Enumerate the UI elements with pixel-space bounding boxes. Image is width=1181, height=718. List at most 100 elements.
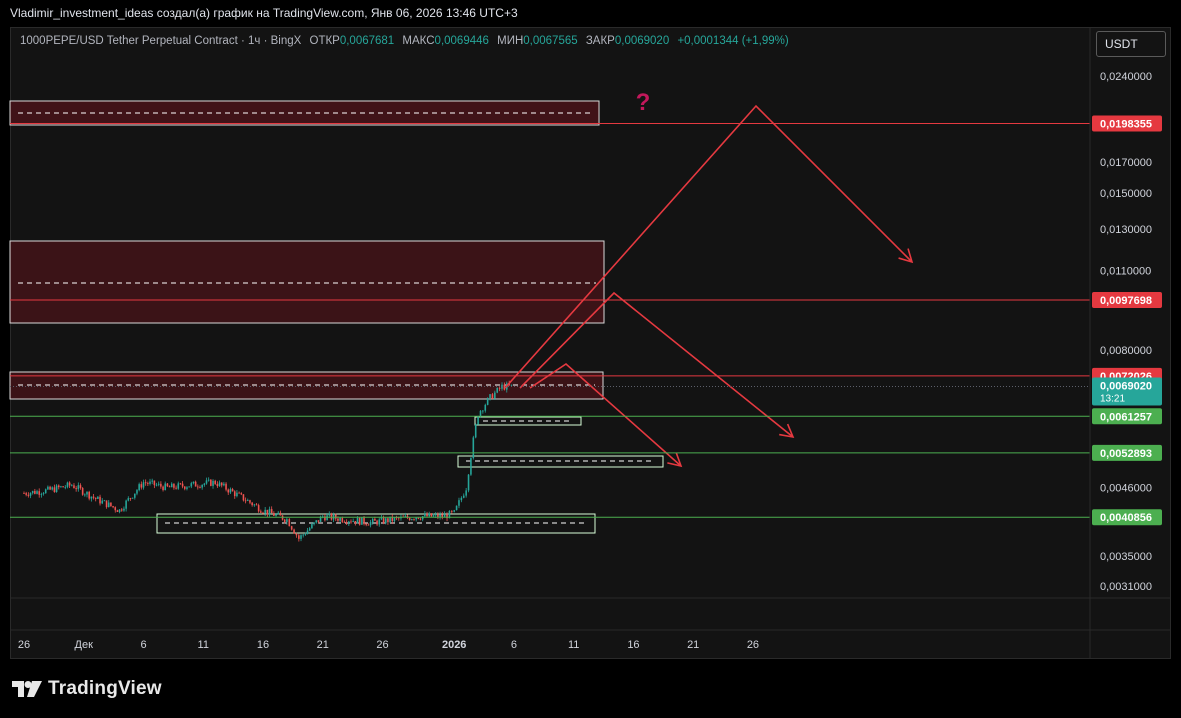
price-candle-body <box>225 483 227 490</box>
price-candle-body <box>84 494 86 496</box>
price-candle-body <box>140 484 143 488</box>
price-candle-body <box>306 530 309 535</box>
price-candle-body <box>94 497 97 499</box>
price-candle-body <box>334 514 337 519</box>
price-candle-body <box>49 486 51 490</box>
price-candle-body <box>253 504 256 506</box>
price-candle-body <box>279 512 282 516</box>
time-axis-tick-label: 2026 <box>442 639 466 651</box>
price-candle-body <box>62 486 64 488</box>
price-candle-body <box>434 514 437 516</box>
price-candle-body <box>216 483 219 487</box>
price-candle-body <box>460 497 463 501</box>
price-candle-body <box>183 486 186 489</box>
price-candle-body <box>249 500 251 503</box>
price-candle-body <box>510 384 513 386</box>
price-candle-body <box>455 505 458 511</box>
price-candle-body <box>44 489 47 494</box>
time-axis-tick-label: 26 <box>747 639 759 651</box>
price-candle-body <box>175 487 177 489</box>
price-candle-body <box>105 500 108 508</box>
price-candle-body <box>293 529 295 534</box>
price-candle-body <box>470 458 472 475</box>
price-candle-body <box>264 509 266 514</box>
price-candle-body <box>40 493 43 495</box>
time-axis-tick-label: Дек <box>75 639 94 651</box>
price-candle-body <box>131 497 134 499</box>
price-candle-body <box>411 519 413 521</box>
price-candle-body <box>361 517 363 525</box>
price-candle-body <box>23 493 25 494</box>
price-candle-body <box>472 437 475 459</box>
price-candle-body <box>147 483 149 484</box>
supply-zone-middle <box>9 240 605 324</box>
price-candle-body <box>380 517 383 520</box>
price-candle-body <box>451 510 453 512</box>
time-axis-tick-label: 21 <box>687 639 699 651</box>
price-axis-tick-label: 0,0130000 <box>1100 224 1152 236</box>
price-candle-body <box>210 479 212 486</box>
time-axis-tick-label: 16 <box>257 639 269 651</box>
price-candle-body <box>382 517 385 524</box>
price-candle-body <box>38 491 41 495</box>
tradingview-logo[interactable]: TradingView <box>12 677 162 701</box>
price-label-support-text: 0,0040856 <box>1100 512 1152 524</box>
price-candle-body <box>443 514 446 518</box>
price-candle-body <box>242 494 245 501</box>
price-candle-body <box>348 521 350 524</box>
price-candle-body <box>367 524 370 526</box>
price-candle-body <box>190 483 193 487</box>
price-candle-body <box>300 535 302 539</box>
price-candle-body <box>88 491 90 499</box>
price-candle-body <box>120 509 123 511</box>
price-candle-body <box>288 519 291 527</box>
price-candle-body <box>153 480 156 486</box>
price-candle-body <box>238 492 240 494</box>
price-candle-body <box>66 482 69 488</box>
price-candle-body <box>99 496 101 504</box>
price-candle-body <box>387 518 389 523</box>
price-candle-body <box>231 489 234 492</box>
price-candle-body <box>491 394 494 399</box>
price-candle-body <box>233 491 236 497</box>
price-candle-body <box>42 493 45 495</box>
price-candle-body <box>227 489 230 493</box>
price-candle-body <box>496 387 499 393</box>
price-candle-body <box>286 519 288 522</box>
price-candle-body <box>317 520 320 522</box>
price-candle-body <box>229 489 232 493</box>
price-axis-tick-label: 0,0031000 <box>1100 581 1152 593</box>
price-candle-body <box>326 515 328 521</box>
price-candle-body <box>363 517 365 524</box>
price-candle-body <box>295 533 298 536</box>
price-candle-body <box>479 410 482 417</box>
price-axis-tick-label: 0,0170000 <box>1100 157 1152 169</box>
price-candle-body <box>415 517 417 520</box>
price-label-support-text: 0,0052893 <box>1100 448 1152 460</box>
price-axis-tick-label: 0,0150000 <box>1100 188 1152 200</box>
price-label-resistance-text: 0,0097698 <box>1100 295 1152 307</box>
price-candle-body <box>246 500 249 502</box>
price-candle-body <box>192 481 195 484</box>
price-label-resistance-text: 0,0198355 <box>1100 118 1152 130</box>
price-candle-body <box>489 394 491 398</box>
price-candle-body <box>430 513 433 517</box>
price-candle-body <box>114 507 117 511</box>
price-candle-body <box>136 490 138 494</box>
tradingview-logo-icon <box>12 681 42 697</box>
price-candle-body <box>467 474 470 491</box>
price-candle-body <box>77 485 80 490</box>
price-candle-body <box>453 510 455 512</box>
time-axis-tick-label: 11 <box>568 639 579 651</box>
price-candle-body <box>330 513 333 520</box>
price-candle-body <box>290 526 293 530</box>
price-candle-body <box>31 490 34 494</box>
price-candle-body <box>304 534 307 535</box>
price-candle-body <box>376 520 378 525</box>
price-candle-body <box>25 493 27 495</box>
price-axis-tick-label: 0,0080000 <box>1100 345 1152 357</box>
price-candle-body <box>432 515 435 517</box>
price-candle-body <box>428 513 431 517</box>
price-candle-body <box>71 485 73 487</box>
price-candle-body <box>92 496 95 498</box>
